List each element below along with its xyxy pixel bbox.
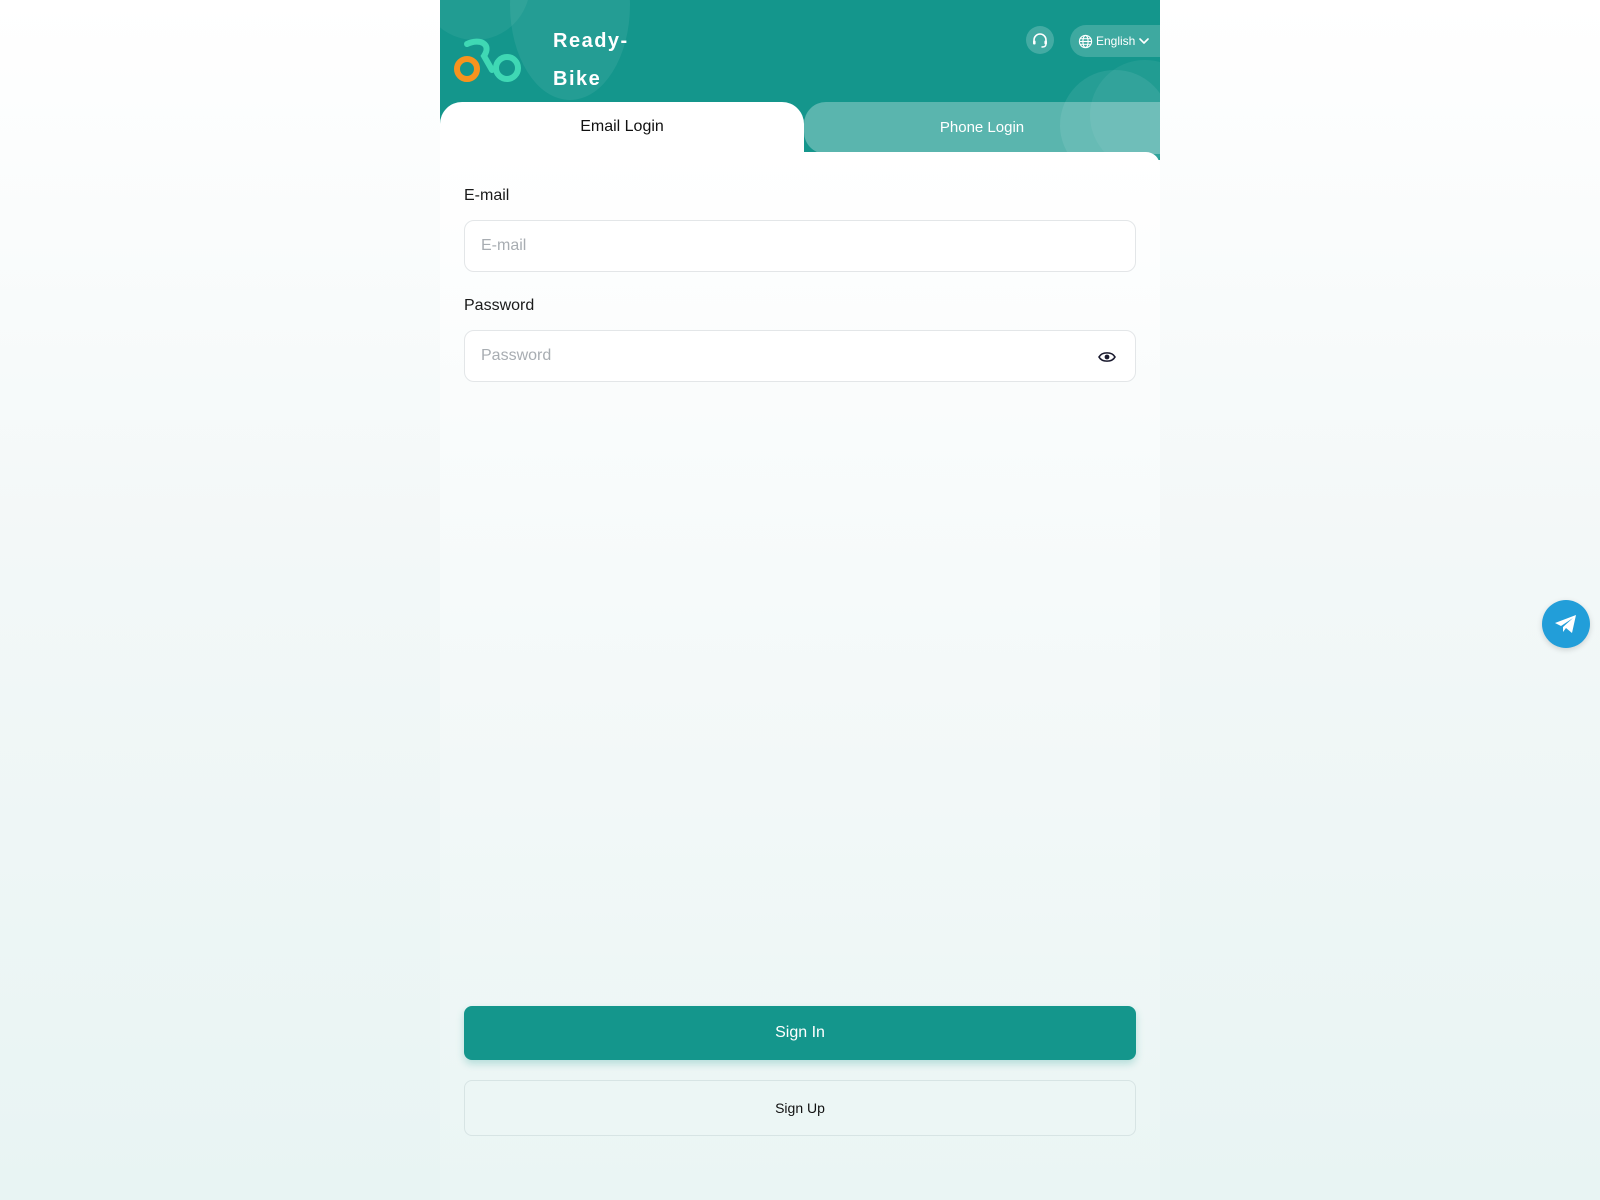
email-field-wrapper	[464, 220, 1136, 272]
tab-label: Email Login	[580, 118, 664, 135]
chevron-down-icon	[1139, 38, 1150, 44]
telegram-contact-button[interactable]	[1542, 600, 1590, 648]
sign-in-button[interactable]: Sign In	[464, 1006, 1136, 1060]
email-input[interactable]	[465, 221, 1135, 271]
globe-icon	[1078, 34, 1093, 48]
brand-name: Ready- Bike	[553, 22, 663, 98]
bike-logo-icon	[452, 36, 526, 86]
toggle-password-visibility[interactable]	[1097, 347, 1117, 367]
headset-icon	[1033, 33, 1047, 48]
telegram-icon	[1555, 615, 1576, 633]
language-label: English	[1096, 34, 1136, 48]
login-screen: Ready- Bike English Phone Login Email Lo…	[440, 0, 1160, 1200]
brand-line-1: Ready-	[553, 30, 629, 52]
app-header: Ready- Bike English Phone Login Email Lo…	[440, 0, 1160, 160]
language-selector[interactable]: English	[1070, 25, 1160, 57]
password-input[interactable]	[465, 331, 1135, 381]
eye-icon	[1098, 352, 1116, 362]
password-field-wrapper	[464, 330, 1136, 382]
brand-line-2: Bike	[553, 68, 602, 90]
login-tabs: Phone Login Email Login	[440, 102, 1160, 160]
customer-support-button[interactable]	[1026, 26, 1054, 54]
tab-label: Phone Login	[939, 119, 1025, 136]
email-label: E-mail	[464, 187, 510, 204]
sign-up-button[interactable]: Sign Up	[464, 1080, 1136, 1136]
password-label: Password	[464, 297, 535, 314]
tab-phone-login[interactable]: Phone Login	[804, 102, 1160, 154]
